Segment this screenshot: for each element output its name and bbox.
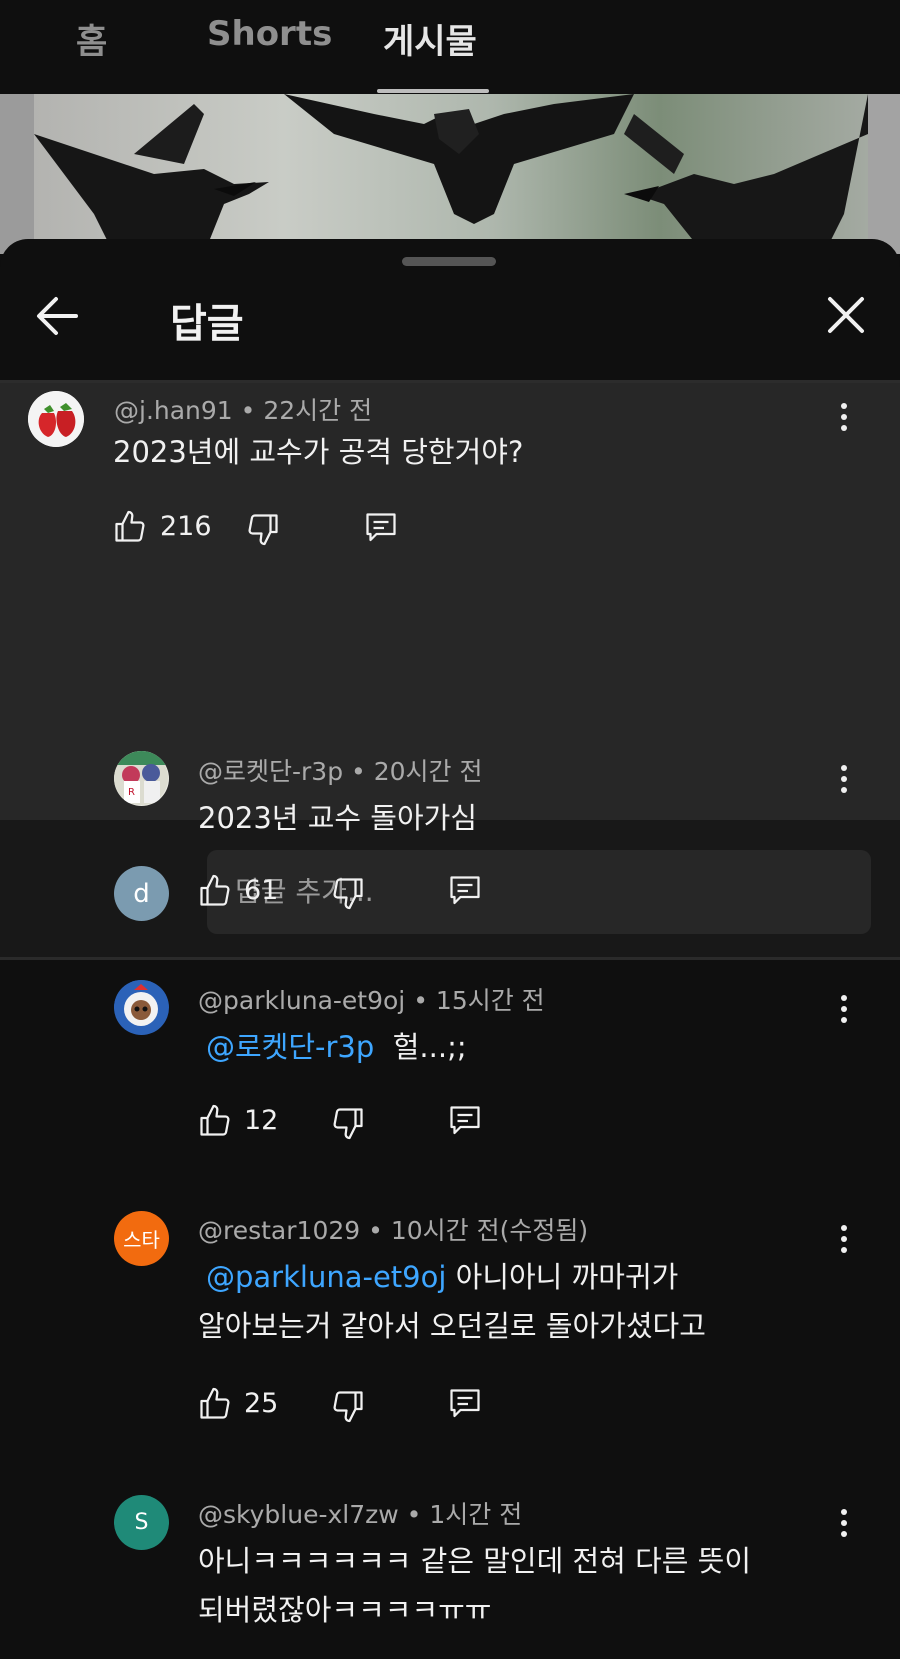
like-count: 12	[244, 1105, 279, 1136]
dislike-button[interactable]	[330, 1105, 366, 1145]
comment-text: 아니ㅋㅋㅋㅋㅋㅋ 같은 말인데 전혀 다른 뜻이	[198, 1544, 752, 1578]
avatar[interactable]: R	[114, 751, 169, 806]
mention-link[interactable]: @로켓단-r3p	[206, 1030, 374, 1064]
strawberry-avatar-image	[28, 391, 84, 447]
comment-body: 헐...;;	[392, 1030, 467, 1064]
post-image	[34, 94, 868, 254]
tab-posts[interactable]: 게시물	[383, 14, 477, 63]
reply-button[interactable]	[363, 510, 399, 550]
comment-time: 10시간 전(수정됨)	[390, 1216, 589, 1245]
mention-link[interactable]: @parkluna-et9oj	[206, 1260, 446, 1294]
team-rocket-avatar-image: R	[114, 751, 169, 805]
like-button[interactable]	[112, 509, 148, 549]
tab-home[interactable]: 홈	[76, 14, 107, 63]
comment-time: 15시간 전	[435, 986, 545, 1015]
reply-button[interactable]	[447, 1386, 483, 1426]
comment-icon	[450, 1389, 480, 1418]
like-count: 216	[160, 511, 212, 542]
thumbs-up-icon	[200, 1387, 230, 1419]
avatar[interactable]	[28, 391, 84, 447]
avatar[interactable]: 스타	[114, 1211, 169, 1266]
dislike-button[interactable]	[330, 1388, 366, 1428]
like-button[interactable]	[197, 1103, 233, 1143]
thumbs-down-icon	[333, 878, 363, 910]
comment-text-line2: 되버렸잖아ㅋㅋㅋㅋㅠㅠ	[198, 1593, 492, 1627]
reply-button[interactable]	[447, 1103, 483, 1143]
comment-meta: @j.han91 • 22시간 전	[114, 396, 373, 425]
comment-time: 1시간 전	[429, 1500, 523, 1529]
avatar[interactable]: S	[114, 1495, 169, 1550]
like-button[interactable]	[197, 1386, 233, 1426]
comment-author[interactable]: @restar1029	[198, 1216, 360, 1245]
thumbs-down-icon	[333, 1108, 363, 1140]
reply-input[interactable]: 답글 추가...	[207, 850, 871, 934]
more-options-button[interactable]	[832, 1219, 856, 1259]
avatar[interactable]	[114, 980, 169, 1035]
comment-author[interactable]: @parkluna-et9oj	[198, 986, 405, 1015]
thumbs-down-icon	[248, 514, 278, 546]
close-icon	[828, 297, 864, 333]
comment-author[interactable]: @로켓단-r3p	[198, 757, 343, 786]
reply-input-divider	[0, 957, 900, 960]
banner-edge-right	[868, 94, 900, 254]
user-avatar[interactable]: d	[114, 866, 169, 921]
comment-meta: @skyblue-xl7zw • 1시간 전	[198, 1500, 523, 1529]
comment-time: 22시간 전	[263, 396, 373, 425]
like-count: 25	[244, 1388, 279, 1419]
cartoon-character-avatar-image	[114, 980, 168, 1034]
thumbs-down-icon	[333, 1391, 363, 1423]
arrow-left-icon	[37, 297, 78, 335]
comment-author[interactable]: @j.han91	[114, 396, 233, 425]
comment-icon	[366, 513, 396, 542]
comment-text: @로켓단-r3p 헐...;;	[206, 1022, 467, 1072]
back-button[interactable]	[30, 287, 88, 345]
reply-button[interactable]	[447, 873, 483, 913]
thumbs-up-icon	[115, 510, 145, 542]
svg-text:R: R	[128, 787, 135, 798]
dislike-button[interactable]	[245, 511, 281, 551]
comment-icon	[450, 1106, 480, 1135]
comment-text: @parkluna-et9oj 아니아니 까마귀가	[206, 1252, 678, 1302]
close-button[interactable]	[818, 287, 874, 343]
dislike-button[interactable]	[330, 875, 366, 915]
comment-meta: @restar1029 • 10시간 전(수정됨)	[198, 1216, 589, 1245]
more-options-button[interactable]	[832, 397, 856, 437]
comment-author[interactable]: @skyblue-xl7zw	[198, 1500, 399, 1529]
comment-time: 20시간 전	[373, 757, 483, 786]
sheet-title: 답글	[170, 301, 244, 347]
like-count: 61	[244, 875, 279, 906]
comment-text: 2023년 교수 돌아가심	[198, 801, 477, 835]
thumbs-up-icon	[200, 1104, 230, 1136]
like-button[interactable]	[197, 873, 233, 913]
more-options-button[interactable]	[832, 989, 856, 1029]
more-options-button[interactable]	[832, 1503, 856, 1543]
tab-shorts[interactable]: Shorts	[207, 14, 332, 54]
comment-meta: @로켓단-r3p • 20시간 전	[198, 757, 483, 786]
crows-image	[34, 94, 868, 254]
thumbs-up-icon	[200, 874, 230, 906]
comment-icon	[450, 876, 480, 905]
channel-tabs-bar: 홈 Shorts 게시물	[0, 0, 900, 94]
comment-text: 2023년에 교수가 공격 당한거야?	[113, 435, 524, 469]
drag-handle[interactable]	[402, 257, 496, 266]
comment-body: 아니아니 까마귀가	[455, 1260, 679, 1294]
banner-edge-left	[0, 94, 34, 254]
comment-text-line2: 알아보는거 같아서 오던길로 돌아가셨다고	[198, 1309, 706, 1343]
more-options-button[interactable]	[832, 759, 856, 799]
comment-meta: @parkluna-et9oj • 15시간 전	[198, 986, 545, 1015]
replies-sheet: 답글 @j.han91 • 22시간 전 2023년에 교수가 공격 당한거야?	[0, 239, 900, 1659]
active-tab-indicator	[377, 89, 489, 93]
